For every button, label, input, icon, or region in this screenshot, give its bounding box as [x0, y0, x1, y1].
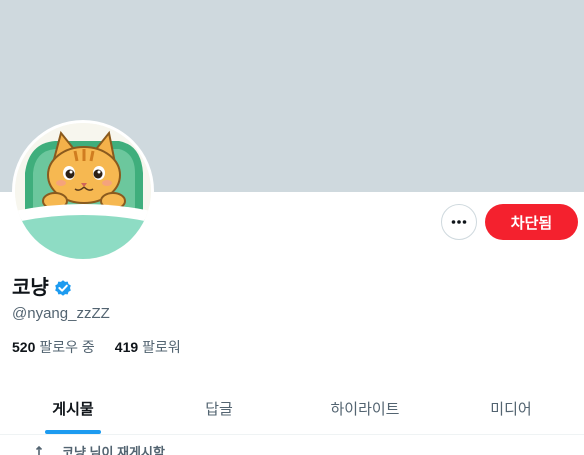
tab-media-label: 미디어: [490, 400, 532, 418]
followers-link[interactable]: 419 팔로워: [115, 337, 181, 357]
following-label: 팔로우 중: [39, 339, 95, 355]
tab-posts[interactable]: 게시물: [0, 382, 146, 434]
following-count: 520: [12, 339, 36, 355]
repost-text[interactable]: 코냥 님이 재게시함: [62, 442, 165, 455]
active-tab-indicator: [45, 430, 101, 434]
tab-replies-label: 답글: [205, 400, 233, 418]
following-link[interactable]: 520 팔로우 중: [12, 337, 95, 357]
profile-name-row: 코냥: [12, 276, 73, 300]
blocked-button[interactable]: 차단됨: [485, 204, 578, 240]
tab-media[interactable]: 미디어: [438, 382, 584, 434]
profile-tabs: 게시물 답글 하이라이트 미디어: [0, 382, 584, 435]
display-name: 코냥: [12, 277, 49, 299]
cat-avatar-image: [15, 123, 151, 259]
profile-handle: @nyang_zzZZ: [12, 305, 110, 322]
tab-replies[interactable]: 답글: [146, 382, 292, 434]
more-options-button[interactable]: [441, 204, 477, 240]
followers-count: 419: [114, 339, 139, 355]
tab-highlights[interactable]: 하이라이트: [292, 382, 438, 434]
more-horizontal-icon: [451, 220, 467, 224]
avatar[interactable]: [12, 120, 154, 262]
follow-stats: 520 팔로우 중 419 팔로워: [12, 337, 181, 357]
repost-icon: [36, 445, 47, 455]
followers-label: 팔로워: [142, 339, 181, 355]
repost-notice: 코냥 님이 재게시함: [36, 442, 165, 455]
verified-badge-icon[interactable]: [53, 278, 73, 298]
tab-highlights-label: 하이라이트: [330, 400, 400, 418]
tab-posts-label: 게시물: [52, 400, 94, 418]
